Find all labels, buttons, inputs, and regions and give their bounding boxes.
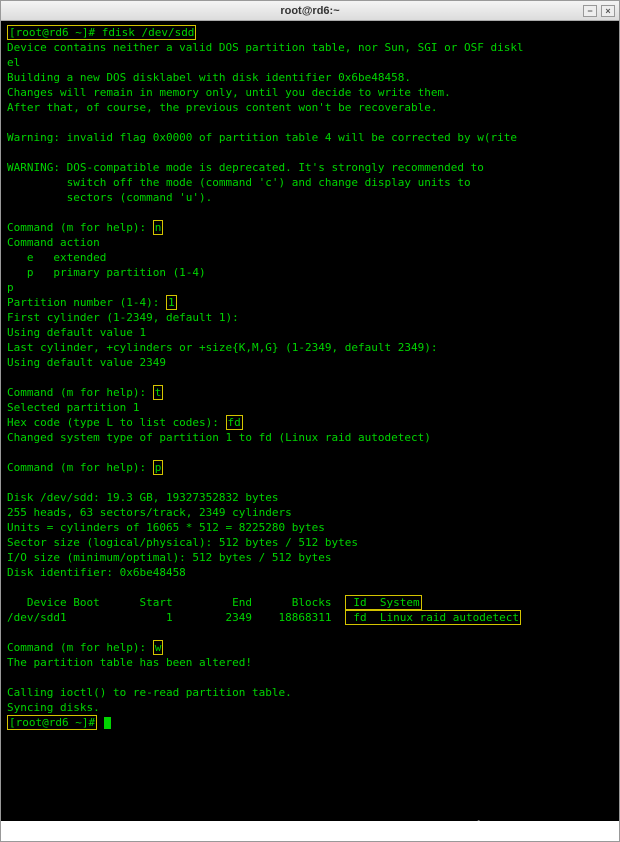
command-prompt: Command (m for help): xyxy=(7,221,146,234)
minimize-button[interactable]: − xyxy=(583,5,597,17)
user-input-w: w xyxy=(153,640,164,655)
output-line: Selected partition 1 xyxy=(7,401,139,414)
output-line: Last cylinder, +cylinders or +size{K,M,G… xyxy=(7,341,437,354)
close-button[interactable]: × xyxy=(601,5,615,17)
table-header: Device Boot Start End Blocks xyxy=(7,596,345,609)
output-line: First cylinder (1-2349, default 1): xyxy=(7,311,239,324)
disk-info-line: Disk identifier: 0x6be48458 xyxy=(7,566,186,579)
output-line: Command action xyxy=(7,236,100,249)
command-prompt: Command (m for help): xyxy=(7,641,146,654)
output-line: WARNING: DOS-compatible mode is deprecat… xyxy=(7,161,484,174)
output-line: Using default value 1 xyxy=(7,326,146,339)
output-line: el xyxy=(7,56,20,69)
output-line: e extended xyxy=(7,251,106,264)
output-line: p primary partition (1-4) xyxy=(7,266,206,279)
disk-info-line: Sector size (logical/physical): 512 byte… xyxy=(7,536,358,549)
disk-info-line: 255 heads, 63 sectors/track, 2349 cylind… xyxy=(7,506,292,519)
table-row-idsys: fd Linux raid autodetect xyxy=(345,610,521,625)
output-line: The partition table has been altered! xyxy=(7,656,252,669)
disk-info-line: Disk /dev/sdd: 19.3 GB, 19327352832 byte… xyxy=(7,491,279,504)
output-line: Device contains neither a valid DOS part… xyxy=(7,41,524,54)
user-input-n: n xyxy=(153,220,164,235)
table-row: /dev/sdd1 1 2349 18868311 xyxy=(7,611,345,624)
command-prompt: Command (m for help): xyxy=(7,386,146,399)
output-line: After that, of course, the previous cont… xyxy=(7,101,437,114)
disk-info-line: I/O size (minimum/optimal): 512 bytes / … xyxy=(7,551,332,564)
user-input-1: 1 xyxy=(166,295,177,310)
shell-prompt: [root@rd6 ~]# xyxy=(9,26,95,39)
user-input-p: p xyxy=(153,460,164,475)
output-line: Changes will remain in memory only, unti… xyxy=(7,86,451,99)
partition-number-prompt: Partition number (1-4): xyxy=(7,296,159,309)
disk-info-line: Units = cylinders of 16065 * 512 = 82252… xyxy=(7,521,325,534)
cursor-icon xyxy=(104,717,111,729)
output-line: Changed system type of partition 1 to fd… xyxy=(7,431,431,444)
table-header-idsys: Id System xyxy=(345,595,422,610)
output-line: Syncing disks. xyxy=(7,701,100,714)
output-line: Building a new DOS disklabel with disk i… xyxy=(7,71,411,84)
output-line: switch off the mode (command 'c') and ch… xyxy=(7,176,471,189)
output-line: sectors (command 'u'). xyxy=(7,191,212,204)
user-input-fd: fd xyxy=(226,415,243,430)
terminal-output[interactable]: [root@rd6 ~]# fdisk /dev/sdd Device cont… xyxy=(1,21,619,821)
fdisk-command: fdisk /dev/sdd xyxy=(102,26,195,39)
window-title: root@rd6:~ xyxy=(280,5,339,17)
window-titlebar: root@rd6:~ − × xyxy=(1,1,619,21)
user-input-t: t xyxy=(153,385,164,400)
command-prompt: Command (m for help): xyxy=(7,461,146,474)
output-line: Warning: invalid flag 0x0000 of partitio… xyxy=(7,131,517,144)
output-line: Calling ioctl() to re-read partition tab… xyxy=(7,686,292,699)
user-input-p: p xyxy=(7,281,14,294)
hexcode-prompt: Hex code (type L to list codes): xyxy=(7,416,219,429)
shell-prompt: [root@rd6 ~]# xyxy=(9,716,95,729)
watermark-url: http://www.tecmint.com xyxy=(476,819,609,835)
output-line: Using default value 2349 xyxy=(7,356,166,369)
